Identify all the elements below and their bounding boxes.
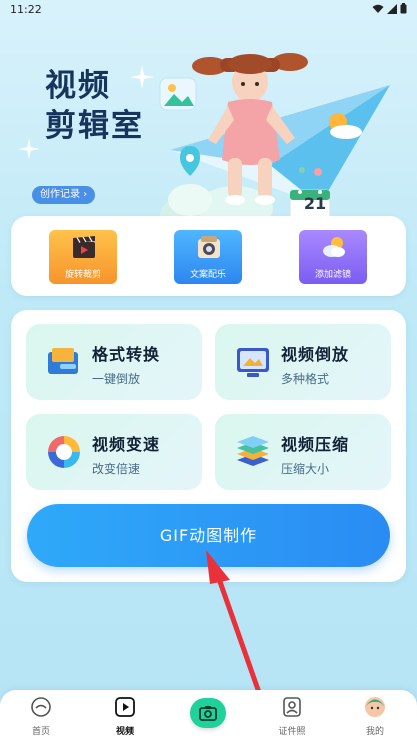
profile-icon (365, 697, 385, 717)
tool-title: 格式转换 (92, 345, 161, 364)
nav-label: 首页 (31, 727, 50, 737)
format-convert-icon (48, 348, 78, 374)
tools-card: 格式转换 一键倒放 视频倒放 多种格式 视频变速 改变倍速 视频压缩 压缩大小 … (11, 310, 406, 582)
hero-title-line2: 剪辑室 (45, 108, 144, 144)
quick-action-label: 添加滤镜 (314, 270, 351, 280)
calendar-day: 21 (303, 194, 327, 213)
hero-banner: 视频 剪辑室 21 创作记录 › (0, 20, 417, 239)
clapperboard-icon (73, 236, 95, 258)
music-box-icon (198, 236, 220, 258)
layers-icon (237, 436, 269, 466)
hero-illustration (159, 53, 390, 239)
nav-label: 我的 (365, 727, 384, 737)
quick-actions-card: 旋转裁剪 文案配乐 添加滤镜 (11, 216, 406, 296)
quick-action-copy-music[interactable]: 文案配乐 (174, 230, 242, 284)
quick-action-add-filter[interactable]: 添加滤镜 (299, 230, 367, 284)
nav-label: 证件照 (278, 727, 306, 737)
nav-item-video[interactable]: 视频 (95, 696, 155, 737)
id-photo-icon (283, 697, 301, 717)
tool-title: 视频压缩 (281, 435, 350, 454)
quick-action-label: 旋转裁剪 (64, 270, 101, 280)
status-icons (372, 3, 407, 14)
tool-video-reverse[interactable]: 视频倒放 多种格式 (215, 324, 391, 400)
status-bar: 11:22 (0, 0, 417, 20)
nav-item-profile[interactable]: 我的 (345, 696, 405, 737)
tool-video-speed[interactable]: 视频变速 改变倍速 (26, 414, 202, 490)
tool-title: 视频变速 (92, 435, 161, 454)
tool-subtitle: 一键倒放 (92, 372, 141, 386)
tool-format-convert[interactable]: 格式转换 一键倒放 (26, 324, 202, 400)
tool-video-compress[interactable]: 视频压缩 压缩大小 (215, 414, 391, 490)
camera-icon (199, 706, 217, 721)
sparkle-small-icon (18, 138, 40, 160)
creation-record-button[interactable]: 创作记录 › (32, 186, 96, 204)
gif-maker-button[interactable]: GIF动图制作 (27, 504, 390, 567)
weather-icon (323, 237, 345, 257)
tool-subtitle: 多种格式 (281, 372, 330, 386)
monitor-icon (237, 348, 269, 377)
home-icon (31, 697, 51, 717)
status-time: 11:22 (10, 3, 42, 16)
tool-title: 视频倒放 (281, 345, 350, 364)
play-icon (115, 697, 135, 717)
nav-item-id-photo[interactable]: 证件照 (262, 696, 322, 737)
battery-icon (400, 3, 407, 14)
tool-subtitle: 改变倍速 (92, 462, 141, 476)
nav-item-home[interactable]: 首页 (11, 696, 71, 737)
tool-subtitle: 压缩大小 (281, 462, 330, 476)
nav-label: 视频 (115, 727, 134, 737)
quick-action-label: 文案配乐 (189, 270, 226, 280)
camera-button[interactable] (190, 698, 226, 728)
quick-action-rotate-crop[interactable]: 旋转裁剪 (49, 230, 117, 284)
signal-icon (387, 3, 397, 14)
wifi-icon (372, 4, 384, 13)
speed-wheel-icon (48, 436, 80, 468)
